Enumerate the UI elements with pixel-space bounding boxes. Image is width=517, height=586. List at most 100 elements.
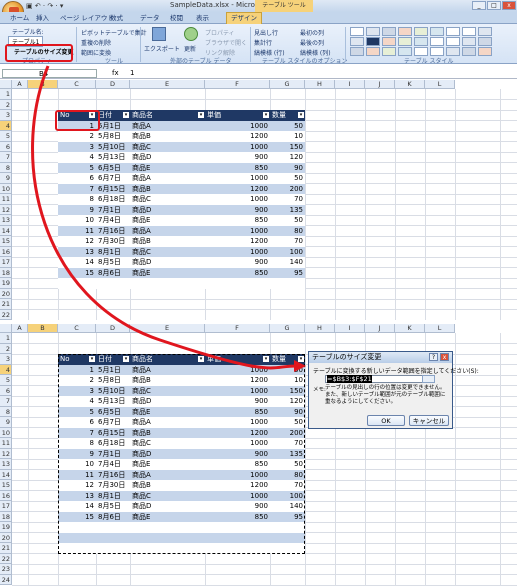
- row-header-8[interactable]: 8: [0, 406, 12, 417]
- table-cell[interactable]: 商品E: [130, 215, 203, 226]
- table-style-swatch[interactable]: [414, 27, 428, 36]
- table-style-swatch[interactable]: [350, 37, 364, 46]
- table-cell[interactable]: 8月5日: [96, 257, 128, 268]
- last-column-checkbox[interactable]: 最後の列: [300, 38, 324, 47]
- table-cell[interactable]: 1200: [205, 184, 268, 195]
- table-cell[interactable]: 13: [58, 247, 94, 258]
- table-cell[interactable]: 1000: [205, 142, 268, 153]
- table-style-swatch[interactable]: [398, 47, 412, 56]
- open-browser-button[interactable]: ブラウザで開く: [205, 38, 247, 47]
- table-cell[interactable]: 商品D: [130, 257, 203, 268]
- table-cell[interactable]: 100: [270, 247, 303, 258]
- table-cell[interactable]: 商品A: [130, 121, 203, 132]
- row-header-2[interactable]: 2: [0, 99, 12, 110]
- row-header-6[interactable]: 6: [0, 385, 12, 396]
- table-cell[interactable]: 商品D: [130, 205, 203, 216]
- row-header-11[interactable]: 11: [0, 194, 12, 205]
- tab-3[interactable]: 数式: [110, 13, 123, 24]
- row-header-10[interactable]: 10: [0, 427, 12, 438]
- column-header-L[interactable]: L: [425, 80, 455, 89]
- table-cell[interactable]: 7月16日: [96, 226, 128, 237]
- row-header-9[interactable]: 9: [0, 173, 12, 184]
- row-header-19[interactable]: 19: [0, 278, 12, 289]
- row-header-9[interactable]: 9: [0, 417, 12, 428]
- row-header-17[interactable]: 17: [0, 501, 12, 512]
- row-header-7[interactable]: 7: [0, 396, 12, 407]
- table-style-swatch[interactable]: [478, 37, 492, 46]
- column-header-F[interactable]: F: [205, 80, 270, 89]
- row-header-22[interactable]: 22: [0, 553, 12, 564]
- filter-dropdown-icon[interactable]: ▾: [123, 112, 129, 118]
- tab-7[interactable]: デザイン: [226, 12, 262, 24]
- table-cell[interactable]: 9: [58, 205, 94, 216]
- row-header-4[interactable]: 4: [0, 364, 12, 375]
- table-style-swatch[interactable]: [462, 47, 476, 56]
- table-cell[interactable]: 1000: [205, 226, 268, 237]
- row-header-5[interactable]: 5: [0, 375, 12, 386]
- table-cell[interactable]: 商品E: [130, 163, 203, 174]
- column-header-D[interactable]: D: [96, 80, 130, 89]
- table-cell[interactable]: 商品B: [130, 131, 203, 142]
- table-cell[interactable]: 120: [270, 152, 303, 163]
- tab-1[interactable]: 挿入: [36, 13, 49, 24]
- table-cell[interactable]: 12: [58, 236, 94, 247]
- table-cell[interactable]: 850: [205, 163, 268, 174]
- column-header-A[interactable]: A: [12, 80, 28, 89]
- row-header-17[interactable]: 17: [0, 257, 12, 268]
- table-cell[interactable]: 7月4日: [96, 215, 128, 226]
- table-cell[interactable]: 1200: [205, 236, 268, 247]
- table-cell[interactable]: 70: [270, 236, 303, 247]
- minimize-button[interactable]: _: [472, 1, 486, 10]
- table-cell[interactable]: 商品C: [130, 247, 203, 258]
- table-cell[interactable]: 商品B: [130, 184, 203, 195]
- column-header-C[interactable]: C: [58, 80, 96, 89]
- table-style-swatch[interactable]: [382, 37, 396, 46]
- column-header-B[interactable]: B: [28, 80, 58, 89]
- table-cell[interactable]: 140: [270, 257, 303, 268]
- row-header-24[interactable]: 24: [0, 574, 12, 585]
- row-header-21[interactable]: 21: [0, 299, 12, 310]
- row-header-13[interactable]: 13: [0, 459, 12, 470]
- total-row-checkbox[interactable]: 集計行: [254, 38, 272, 47]
- tab-0[interactable]: ホーム: [10, 13, 29, 24]
- row-header-3[interactable]: 3: [0, 110, 12, 121]
- maximize-button[interactable]: □: [487, 1, 501, 10]
- table-cell[interactable]: 商品A: [130, 173, 203, 184]
- row-header-1[interactable]: 1: [0, 333, 12, 344]
- ok-button[interactable]: OK: [367, 415, 405, 426]
- table-cell[interactable]: 7: [58, 184, 94, 195]
- column-header-G[interactable]: G: [270, 324, 305, 333]
- table-header-cell[interactable]: 数量 ▾: [270, 110, 305, 121]
- table-cell[interactable]: 90: [270, 163, 303, 174]
- table-style-swatch[interactable]: [446, 47, 460, 56]
- table-cell[interactable]: 80: [270, 226, 303, 237]
- table-cell[interactable]: 6月7日: [96, 173, 128, 184]
- remove-duplicates-button[interactable]: 重複の削除: [81, 38, 111, 47]
- dialog-close-button[interactable]: x: [440, 353, 449, 361]
- table-cell[interactable]: 3: [58, 142, 94, 153]
- column-header-J[interactable]: J: [365, 324, 395, 333]
- row-header-16[interactable]: 16: [0, 246, 12, 257]
- table-cell[interactable]: 14: [58, 257, 94, 268]
- close-button[interactable]: x: [502, 1, 516, 10]
- table-header-cell[interactable]: 単価 ▾: [205, 110, 270, 121]
- table-style-swatch[interactable]: [398, 27, 412, 36]
- table-cell[interactable]: 50: [270, 121, 303, 132]
- row-header-20[interactable]: 20: [0, 532, 12, 543]
- table-cell[interactable]: 商品A: [130, 226, 203, 237]
- table-cell[interactable]: 15: [58, 268, 94, 279]
- row-header-19[interactable]: 19: [0, 522, 12, 533]
- row-header-23[interactable]: 23: [0, 564, 12, 575]
- table-cell[interactable]: 900: [205, 152, 268, 163]
- refresh-button[interactable]: 更新: [184, 44, 196, 53]
- column-header-C[interactable]: C: [58, 324, 96, 333]
- table-cell[interactable]: 商品B: [130, 236, 203, 247]
- table-style-swatch[interactable]: [478, 27, 492, 36]
- row-header-20[interactable]: 20: [0, 288, 12, 299]
- table-cell[interactable]: 7月30日: [96, 236, 128, 247]
- column-header-E[interactable]: E: [130, 80, 205, 89]
- table-cell[interactable]: 5月8日: [96, 131, 128, 142]
- table-style-swatch[interactable]: [414, 47, 428, 56]
- table-style-swatch[interactable]: [366, 27, 380, 36]
- row-header-2[interactable]: 2: [0, 343, 12, 354]
